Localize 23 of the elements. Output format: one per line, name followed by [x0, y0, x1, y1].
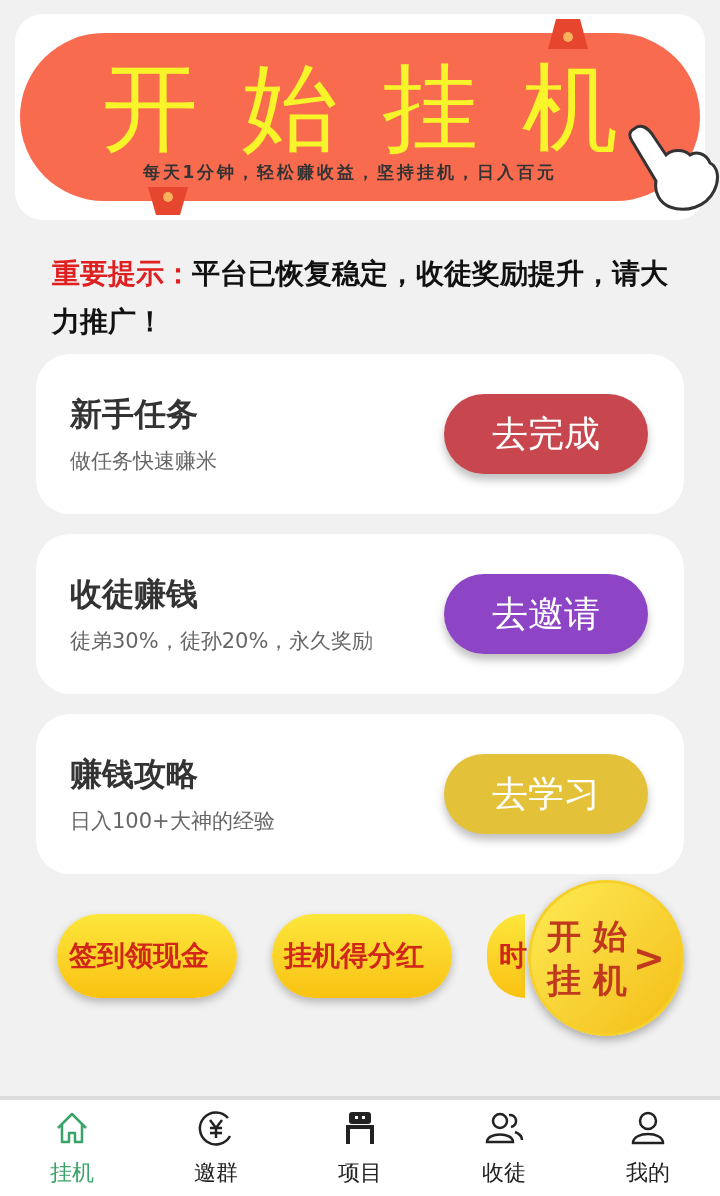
task-button[interactable]: 去邀请 — [444, 574, 648, 654]
banner-title: 开始挂机 — [101, 56, 662, 161]
quick-button[interactable]: 签到领现金 — [57, 914, 237, 998]
start-label: 挂 机 — [547, 959, 627, 1002]
task-title: 收徒赚钱 — [70, 574, 199, 616]
task-title: 赚钱攻略 — [70, 754, 199, 796]
tab[interactable]: 项目 — [288, 1100, 432, 1196]
task-subtitle: 做任务快速赚米 — [70, 448, 217, 476]
tab[interactable]: 邀群 — [144, 1100, 288, 1196]
task-subtitle: 日入100+大神的经验 — [70, 808, 275, 836]
task-subtitle: 徒弟30%，徒孙20%，永久奖励 — [70, 628, 374, 656]
start-label: 开 始 — [547, 915, 627, 958]
task-title: 新手任务 — [70, 394, 199, 436]
tab[interactable]: 挂机 — [0, 1100, 144, 1196]
ornament-icon — [148, 187, 188, 215]
quick-button[interactable]: 挂机得分红 — [272, 914, 452, 998]
notice-text: 重要提示：平台已恢复稳定，收徒奖励提升，请大力推广！ — [52, 256, 668, 340]
ornament-icon — [548, 19, 588, 49]
arrow-label: > — [633, 936, 665, 980]
task-button[interactable]: 去完成 — [444, 394, 648, 474]
tab[interactable]: 收徒 — [432, 1100, 576, 1196]
tab[interactable]: 我的 — [576, 1100, 720, 1196]
banner-subtitle: 每天1分钟，轻松赚收益，坚持挂机，日入百元 — [142, 161, 558, 185]
